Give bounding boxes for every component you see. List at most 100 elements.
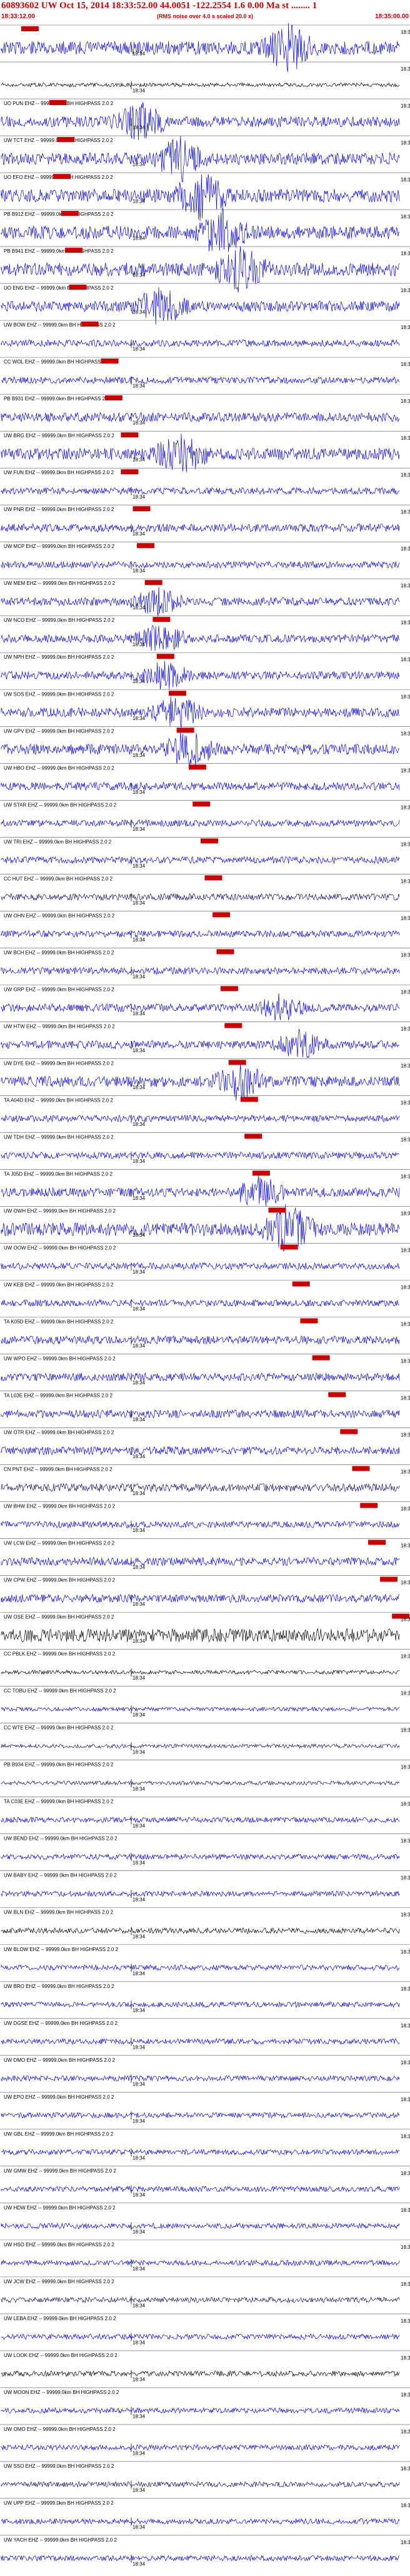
minute-tick-label: 18:34 bbox=[132, 51, 146, 57]
minute-tick-label: 18:34 bbox=[132, 1897, 146, 1902]
minute-tick-label: 18:34 bbox=[132, 1454, 146, 1459]
waveform-trace bbox=[1, 2407, 400, 2415]
station-label: UW SOS EHZ -- 99999.0km BH HIGHPASS 2.0 … bbox=[4, 691, 114, 697]
waveform-trace bbox=[1, 1372, 400, 1382]
waveform-trace bbox=[1, 1669, 400, 1675]
waveform-trace bbox=[1, 1593, 400, 1603]
seismogram-plot: 18:3418:3418:3418:3418:34UO PUN EHZ -- 9… bbox=[0, 23, 410, 2567]
waveform-trace bbox=[1, 625, 400, 651]
right-tick-label: 18:34 bbox=[401, 1728, 410, 1733]
right-tick-label: 18:34 bbox=[401, 915, 410, 921]
right-tick-label: 18:34 bbox=[401, 2208, 410, 2213]
right-tick-label: 18:34 bbox=[401, 288, 410, 293]
station-label: UW STAR EHZ -- 99999.0km BH HIGHPASS 2.0… bbox=[4, 802, 117, 808]
waveform-trace bbox=[1, 1556, 400, 1566]
station-label: UW HDW EHZ -- 99999.0km BH HIGHPASS 2.0 … bbox=[4, 2205, 116, 2211]
station-label: UO ENG EHZ -- 99999.0km BH HIGHPASS 2.0 … bbox=[4, 285, 114, 291]
phase-pick-marker bbox=[328, 1392, 346, 1397]
station-label: CC PBLK EHZ -- 99999.0km BH HIGHPASS 2.0… bbox=[4, 1651, 116, 1657]
station-label: UW DGSE EHZ -- 99999.0km BH HIGHPASS 2.0… bbox=[4, 2021, 118, 2026]
waveform-trace bbox=[1, 2149, 400, 2156]
minute-tick-label: 18:34 bbox=[132, 1195, 146, 1201]
waveform-trace bbox=[1, 2000, 400, 2008]
minute-tick-label: 18:34 bbox=[132, 1712, 146, 1718]
waveform-trace bbox=[1, 2333, 400, 2340]
phase-pick-marker bbox=[132, 506, 151, 512]
minute-tick-label: 18:34 bbox=[132, 1860, 146, 1865]
waveform-trace bbox=[1, 1743, 400, 1749]
minute-tick-label: 18:34 bbox=[132, 1122, 146, 1127]
station-label: UW UPP EHZ -- 99999.0km BH HIGHPASS 2.0 … bbox=[4, 2500, 114, 2506]
right-tick-label: 18:34 bbox=[401, 694, 410, 699]
right-tick-label: 18:34 bbox=[401, 1802, 410, 1807]
phase-pick-marker bbox=[212, 912, 231, 918]
station-label: UW NPH EHZ -- 99999.0km BH HIGHPASS 2.0 … bbox=[4, 654, 114, 660]
right-tick-label: 18:34 bbox=[401, 841, 410, 847]
station-label: UW MCP EHZ -- 99999.0km BH HIGHPASS 2.0 … bbox=[4, 544, 115, 549]
right-tick-label: 18:34 bbox=[401, 1765, 410, 1770]
minute-tick-label: 18:34 bbox=[132, 974, 146, 980]
station-label: UW NCO EHZ -- 99999.0km BH HIGHPASS 2.0 … bbox=[4, 617, 115, 623]
waveform-trace bbox=[1, 893, 400, 901]
waveform-trace bbox=[1, 1151, 400, 1160]
minute-tick-label: 18:34 bbox=[132, 2266, 146, 2271]
station-label: UW LCW EHZ -- 99999.0km BH HIGHPASS 2.0 … bbox=[4, 1541, 115, 1546]
right-tick-label: 18:34 bbox=[401, 1506, 410, 1512]
station-label: UW JCW EHZ -- 99999.0km BH HIGHPASS 2.0 … bbox=[4, 2279, 114, 2284]
station-label: UW HTW EHZ -- 99999.0km BH HIGHPASS 2.0 … bbox=[4, 1023, 115, 1029]
right-tick-label: 18:34 bbox=[401, 1210, 410, 1216]
station-label: UW BLN EHZ -- 99999.0km BH HIGHPASS 2.0 … bbox=[4, 1910, 114, 1915]
station-label: CN PNT EHZ -- 99999.0km BH HIGHPASS 2.0 … bbox=[4, 1467, 112, 1473]
right-tick-label: 18:34 bbox=[401, 2244, 410, 2250]
waveform-trace bbox=[1, 930, 400, 938]
right-tick-label: 18:34 bbox=[401, 731, 410, 736]
phase-pick-marker bbox=[244, 1133, 262, 1139]
waveform-trace bbox=[1, 2555, 400, 2562]
waveform-trace bbox=[1, 339, 400, 347]
minute-tick-label: 18:34 bbox=[132, 2007, 146, 2013]
phase-pick-marker bbox=[224, 1023, 242, 1028]
minute-tick-label: 18:34 bbox=[132, 1934, 146, 1939]
station-label: UW OSE EHZ -- 99999.0km BH HIGHPASS 2.0 … bbox=[4, 1615, 114, 1620]
phase-pick-marker bbox=[268, 1207, 286, 1213]
minute-tick-label: 18:34 bbox=[132, 236, 146, 241]
station-label: UW OOW EHZ -- 99999.0km BH HIGHPASS 2.0 … bbox=[4, 1245, 116, 1250]
station-label: UW GPV EHZ -- 99999.0km BH HIGHPASS 2.0 … bbox=[4, 728, 114, 734]
right-tick-label: 18:34 bbox=[401, 2134, 410, 2139]
right-tick-label: 18:34 bbox=[401, 1838, 410, 1844]
right-tick-label: 18:34 bbox=[401, 1359, 410, 1364]
right-tick-label: 18:34 bbox=[401, 435, 410, 441]
waveform-trace bbox=[1, 2112, 400, 2119]
right-tick-label: 18:34 bbox=[401, 1174, 410, 1179]
right-tick-label: 18:34 bbox=[401, 2429, 410, 2435]
station-label: UW SSO EHZ -- 99999.0km BH HIGHPASS 2.0 … bbox=[4, 2463, 114, 2469]
minute-tick-label: 18:34 bbox=[132, 1085, 146, 1090]
right-tick-label: 18:34 bbox=[401, 214, 410, 220]
minute-tick-label: 18:34 bbox=[132, 716, 146, 721]
station-label: UW EPO EHZ -- 99999.0km BH HIGHPASS 2.0 … bbox=[4, 2094, 114, 2100]
minute-tick-label: 18:34 bbox=[132, 1638, 146, 1644]
station-label: UW OMO EHZ -- 99999.0km BH HIGHPASS 2.0 … bbox=[4, 2426, 116, 2432]
minute-tick-label: 18:34 bbox=[132, 2192, 146, 2198]
minute-tick-label: 18:34 bbox=[132, 642, 146, 647]
phase-pick-marker bbox=[156, 654, 174, 659]
right-tick-label: 18:34 bbox=[401, 1580, 410, 1586]
minute-tick-label: 18:34 bbox=[132, 199, 146, 205]
right-tick-label: 18:34 bbox=[401, 2503, 410, 2508]
station-label: UW PNR EHZ -- 99999.0km BH HIGHPASS 2.0 … bbox=[4, 507, 114, 512]
phase-pick-marker bbox=[104, 395, 122, 401]
station-label: UW LEBA EHZ -- 99999.0km BH HIGHPASS 2.0… bbox=[4, 2316, 116, 2321]
station-label: UW HBO EHZ -- 99999.0km BH HIGHPASS 2.0 … bbox=[4, 765, 114, 771]
minute-tick-label: 18:34 bbox=[132, 2451, 146, 2457]
phase-pick-marker bbox=[176, 728, 194, 733]
right-tick-label: 18:34 bbox=[401, 657, 410, 662]
minute-tick-label: 18:34 bbox=[132, 2414, 146, 2420]
minute-tick-label: 18:34 bbox=[132, 273, 146, 278]
waveform-trace bbox=[1, 586, 400, 617]
right-tick-label: 18:34 bbox=[401, 1063, 410, 1068]
minute-tick-label: 18:34 bbox=[132, 2340, 146, 2345]
minute-tick-label: 18:34 bbox=[132, 2525, 146, 2530]
right-tick-label: 18:34 bbox=[401, 1543, 410, 1549]
right-tick-label: 18:34 bbox=[401, 2171, 410, 2176]
waveform-trace bbox=[1, 2222, 400, 2229]
